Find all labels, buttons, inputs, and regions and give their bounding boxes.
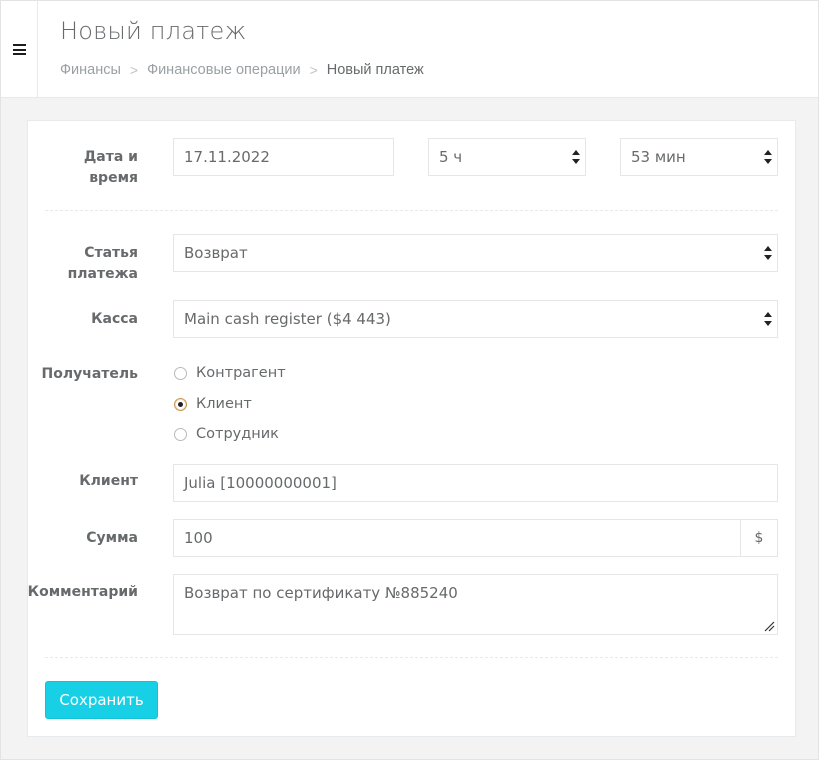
recipient-label: Получатель	[41, 366, 139, 382]
breadcrumb: Финансы > Финансовые операции > Новый пл…	[60, 62, 424, 78]
select-arrows-icon	[764, 312, 773, 326]
section-divider	[45, 657, 778, 658]
cashbox-label: Касса	[91, 311, 138, 327]
article-value: Возврат	[184, 244, 248, 262]
menu-toggle-button[interactable]	[1, 1, 38, 98]
amount-value: 100	[184, 529, 213, 547]
payment-form-panel: Дата и время 17.11.2022 5 ч 53 мин Стать…	[27, 120, 796, 737]
top-header: Новый платеж Финансы > Финансовые операц…	[1, 1, 818, 98]
article-label-line1: Статья	[84, 245, 138, 261]
resize-handle-icon[interactable]	[764, 621, 775, 632]
select-arrows-icon	[572, 150, 581, 164]
save-button[interactable]: Сохранить	[45, 681, 158, 719]
datetime-label: Дата и время	[84, 147, 138, 189]
breadcrumb-item-finance[interactable]: Финансы	[60, 62, 121, 78]
client-input[interactable]: Julia [10000000001]	[173, 464, 778, 502]
radio-option-counterparty[interactable]: Контрагент	[174, 365, 286, 381]
radio-label: Клиент	[196, 396, 252, 412]
amount-input[interactable]: 100	[173, 519, 741, 557]
currency-symbol: $	[754, 530, 764, 546]
cashbox-select[interactable]: Main cash register ($4 443)	[173, 300, 778, 338]
app-frame: Новый платеж Финансы > Финансовые операц…	[0, 0, 819, 760]
breadcrumb-separator: >	[309, 62, 318, 78]
date-value: 17.11.2022	[184, 148, 270, 166]
hamburger-icon	[12, 44, 26, 55]
select-arrows-icon	[764, 246, 773, 260]
hour-select[interactable]: 5 ч	[428, 138, 586, 176]
radio-option-employee[interactable]: Сотрудник	[174, 426, 279, 442]
client-label: Клиент	[79, 473, 138, 489]
radio-label: Контрагент	[196, 365, 286, 381]
radio-button-checked[interactable]	[174, 397, 187, 411]
radio-option-client[interactable]: Клиент	[174, 396, 252, 412]
client-value: Julia [10000000001]	[184, 474, 337, 492]
hour-value: 5 ч	[439, 148, 463, 166]
cashbox-value: Main cash register ($4 443)	[184, 310, 391, 328]
radio-button-unchecked[interactable]	[174, 427, 187, 441]
minute-value: 53 мин	[631, 148, 686, 166]
currency-addon: $	[740, 519, 778, 557]
article-select[interactable]: Возврат	[173, 234, 778, 272]
amount-label: Сумма	[86, 530, 138, 546]
radio-button-unchecked[interactable]	[174, 366, 187, 380]
breadcrumb-item-operations[interactable]: Финансовые операции	[147, 62, 301, 78]
radio-label: Сотрудник	[196, 426, 279, 442]
minute-select[interactable]: 53 мин	[620, 138, 778, 176]
section-divider	[45, 210, 778, 211]
comment-label: Комментарий	[27, 584, 138, 600]
select-arrows-icon	[764, 150, 773, 164]
datetime-label-line2: время	[89, 170, 138, 186]
comment-value: Возврат по сертификату №885240	[184, 584, 458, 602]
breadcrumb-item-current: Новый платеж	[326, 62, 424, 78]
article-label: Статья платежа	[68, 243, 138, 285]
breadcrumb-separator: >	[129, 62, 139, 78]
article-label-line2: платежа	[67, 266, 138, 282]
comment-textarea[interactable]: Возврат по сертификату №885240	[173, 574, 778, 635]
page-title: Новый платеж	[60, 17, 247, 45]
datetime-label-line1: Дата и	[83, 149, 138, 165]
date-input[interactable]: 17.11.2022	[173, 138, 394, 176]
